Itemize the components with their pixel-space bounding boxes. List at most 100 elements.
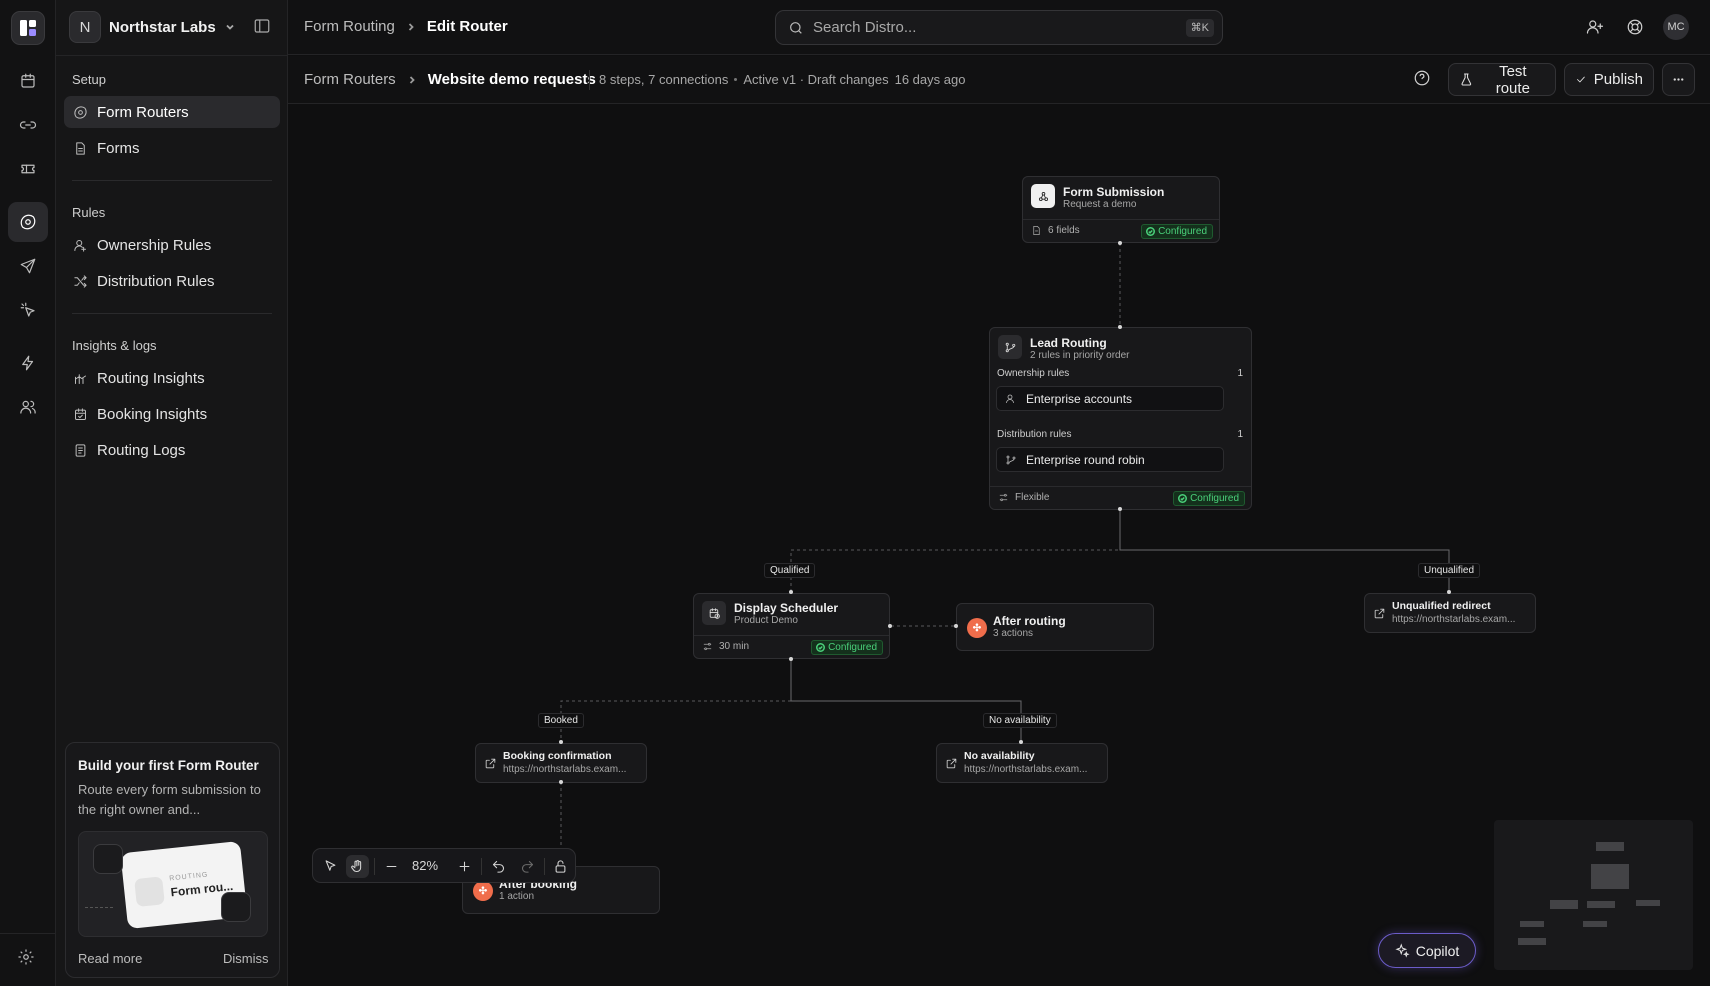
node-booking-confirmation[interactable]: Booking confirmation https://northstarla… xyxy=(475,743,647,783)
sidebar-item-booking-insights[interactable]: Booking Insights xyxy=(64,398,280,430)
sidebar-divider xyxy=(72,180,272,181)
shuffle-icon xyxy=(74,274,87,288)
calendar-icon xyxy=(21,73,35,88)
invite-user-button[interactable] xyxy=(1583,15,1607,39)
help-center-button[interactable] xyxy=(1623,15,1647,39)
log-icon xyxy=(75,443,86,457)
sidebar-item-distribution-rules[interactable]: Distribution Rules xyxy=(64,265,280,297)
fields-count: 6 fields xyxy=(1031,225,1080,236)
rail-calendar-button[interactable] xyxy=(8,61,48,101)
hubspot-icon: ✣ xyxy=(473,881,493,901)
pointer-icon xyxy=(325,860,336,871)
logo-icon xyxy=(20,20,36,36)
ownership-rules-label: Ownership rules xyxy=(997,368,1070,379)
search-input[interactable] xyxy=(813,19,1173,36)
select-tool-button[interactable] xyxy=(319,855,342,878)
sidebar-item-routing-insights[interactable]: Routing Insights xyxy=(64,362,280,394)
node-form-submission[interactable]: Form Submission Request a demo 6 fields … xyxy=(1022,176,1220,243)
pan-tool-button[interactable] xyxy=(346,855,369,878)
port xyxy=(1118,241,1122,245)
node-url: https://northstarlabs.exam... xyxy=(503,764,627,775)
app-logo[interactable] xyxy=(11,11,45,45)
promo-connector xyxy=(85,907,113,908)
node-display-scheduler[interactable]: Display Scheduler Product Demo 30 min Co… xyxy=(693,593,890,659)
node-subtitle: 2 rules in priority order xyxy=(1030,350,1130,361)
redo-button[interactable] xyxy=(516,855,539,878)
external-link-icon xyxy=(945,757,959,771)
node-unqualified-redirect[interactable]: Unqualified redirect https://northstarla… xyxy=(1364,593,1536,633)
sidebar-item-label: Ownership Rules xyxy=(97,236,212,254)
promo-art-tag: ROUTING xyxy=(168,871,209,883)
promo-calendar-icon xyxy=(221,892,251,922)
edge-no-availability xyxy=(790,659,1022,742)
sidebar: N Northstar Labs Setup Form Routers Form… xyxy=(56,0,288,986)
sidebar-item-forms[interactable]: Forms xyxy=(64,132,280,164)
minimap[interactable] xyxy=(1494,820,1693,970)
rail-automation-button[interactable] xyxy=(8,343,48,383)
dismiss-button[interactable]: Dismiss xyxy=(223,951,269,966)
minimap-node xyxy=(1583,921,1607,927)
icon-rail xyxy=(0,0,56,986)
sidebar-item-ownership-rules[interactable]: Ownership Rules xyxy=(64,229,280,261)
router-icon xyxy=(74,105,87,119)
copilot-button[interactable]: Copilot xyxy=(1378,933,1476,968)
sidebar-item-label: Booking Insights xyxy=(97,405,208,423)
rule-enterprise-accounts[interactable]: Enterprise accounts xyxy=(996,386,1224,411)
rail-click-button[interactable] xyxy=(8,290,48,330)
help-button[interactable] xyxy=(1413,69,1435,91)
user-avatar[interactable]: MC xyxy=(1663,14,1689,40)
calendar-check-icon xyxy=(75,407,86,420)
lock-button[interactable] xyxy=(549,855,572,878)
port xyxy=(559,780,563,784)
promo-card: Build your first Form Router Route every… xyxy=(65,742,280,978)
node-title: Unqualified redirect xyxy=(1392,600,1491,612)
zoom-out-button[interactable] xyxy=(380,855,403,878)
section-label-rules: Rules xyxy=(72,205,106,220)
publish-button[interactable]: Publish xyxy=(1564,63,1654,96)
node-title: Display Scheduler xyxy=(734,601,839,615)
plus-icon xyxy=(459,861,470,872)
node-no-availability[interactable]: No availability https://northstarlabs.ex… xyxy=(936,743,1108,783)
breadcrumb-form-routing[interactable]: Form Routing xyxy=(304,18,395,35)
rail-team-button[interactable] xyxy=(8,387,48,427)
workspace-switcher[interactable]: N Northstar Labs xyxy=(69,11,236,43)
sidebar-toggle-button[interactable] xyxy=(253,17,275,37)
breadcrumb-form-routers[interactable]: Form Routers xyxy=(304,71,396,88)
test-route-button[interactable]: Test route xyxy=(1448,63,1556,97)
sparkle-icon xyxy=(1395,943,1410,958)
hubspot-icon: ✣ xyxy=(967,618,987,638)
node-title: No availability xyxy=(964,750,1035,762)
port xyxy=(888,624,892,628)
zoom-in-button[interactable] xyxy=(453,855,476,878)
branch-icon xyxy=(1006,455,1016,464)
node-title: Booking confirmation xyxy=(503,750,612,762)
rail-send-button[interactable] xyxy=(8,246,48,286)
read-more-link[interactable]: Read more xyxy=(78,951,142,966)
node-lead-routing[interactable]: Lead Routing 2 rules in priority order O… xyxy=(989,327,1252,510)
search-box[interactable]: ⌘K xyxy=(775,10,1223,45)
settings-button[interactable] xyxy=(17,948,39,970)
node-subtitle: 1 action xyxy=(499,891,535,902)
sidebar-item-routing-logs[interactable]: Routing Logs xyxy=(64,434,280,466)
port xyxy=(559,740,563,744)
undo-button[interactable] xyxy=(487,855,510,878)
port xyxy=(789,657,793,661)
rail-routing-button[interactable] xyxy=(8,202,48,242)
more-options-button[interactable] xyxy=(1662,63,1695,96)
search-icon xyxy=(790,21,802,34)
node-footer: 30 min Configured xyxy=(694,635,889,659)
toolbar-divider xyxy=(481,858,482,875)
rule-enterprise-round-robin[interactable]: Enterprise round robin xyxy=(996,447,1224,472)
node-after-routing[interactable]: ✣ After routing 3 actions xyxy=(956,603,1154,651)
node-title: After routing xyxy=(993,614,1066,628)
minimap-node xyxy=(1518,938,1546,945)
distribution-rules-label: Distribution rules xyxy=(997,429,1072,440)
section-label-setup: Setup xyxy=(72,72,106,87)
top-bar: Form Routing Edit Router ⌘K MC xyxy=(288,0,1710,55)
rail-link-button[interactable] xyxy=(8,105,48,145)
sidebar-item-form-routers[interactable]: Form Routers xyxy=(64,96,280,128)
flow-canvas[interactable]: Form Submission Request a demo 6 fields … xyxy=(288,104,1710,986)
edge-label-booked: Booked xyxy=(538,713,584,728)
rail-ticket-button[interactable] xyxy=(8,149,48,189)
user-plus-icon xyxy=(1586,20,1604,34)
